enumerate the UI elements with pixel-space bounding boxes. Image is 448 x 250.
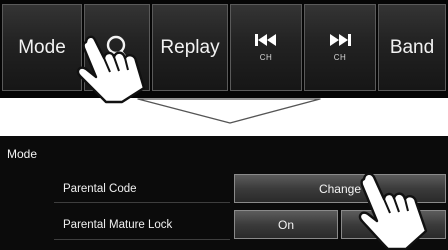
next-channel-button[interactable]: CH bbox=[304, 4, 376, 91]
pointing-hand-icon bbox=[358, 172, 428, 250]
on-button[interactable]: On bbox=[234, 210, 338, 239]
row-divider bbox=[54, 239, 230, 240]
parental-mature-lock-label: Parental Mature Lock bbox=[63, 219, 173, 231]
skip-previous-icon bbox=[255, 33, 276, 46]
down-arrow-icon bbox=[137, 98, 321, 124]
skip-next-icon bbox=[330, 33, 351, 46]
row-divider bbox=[54, 202, 230, 203]
panel-title: Mode bbox=[7, 147, 38, 161]
previous-channel-button[interactable]: CH bbox=[230, 4, 302, 91]
replay-button[interactable]: Replay bbox=[152, 4, 228, 91]
band-button[interactable]: Band bbox=[378, 4, 446, 91]
previous-channel-label: CH bbox=[259, 52, 273, 62]
pointing-hand-icon bbox=[76, 35, 146, 104]
band-button-label: Band bbox=[389, 36, 435, 58]
parental-code-label: Parental Code bbox=[63, 183, 137, 195]
replay-button-label: Replay bbox=[160, 36, 220, 58]
on-button-label: On bbox=[277, 217, 294, 232]
next-channel-label: CH bbox=[333, 52, 347, 62]
mode-button-label: Mode bbox=[18, 36, 66, 58]
